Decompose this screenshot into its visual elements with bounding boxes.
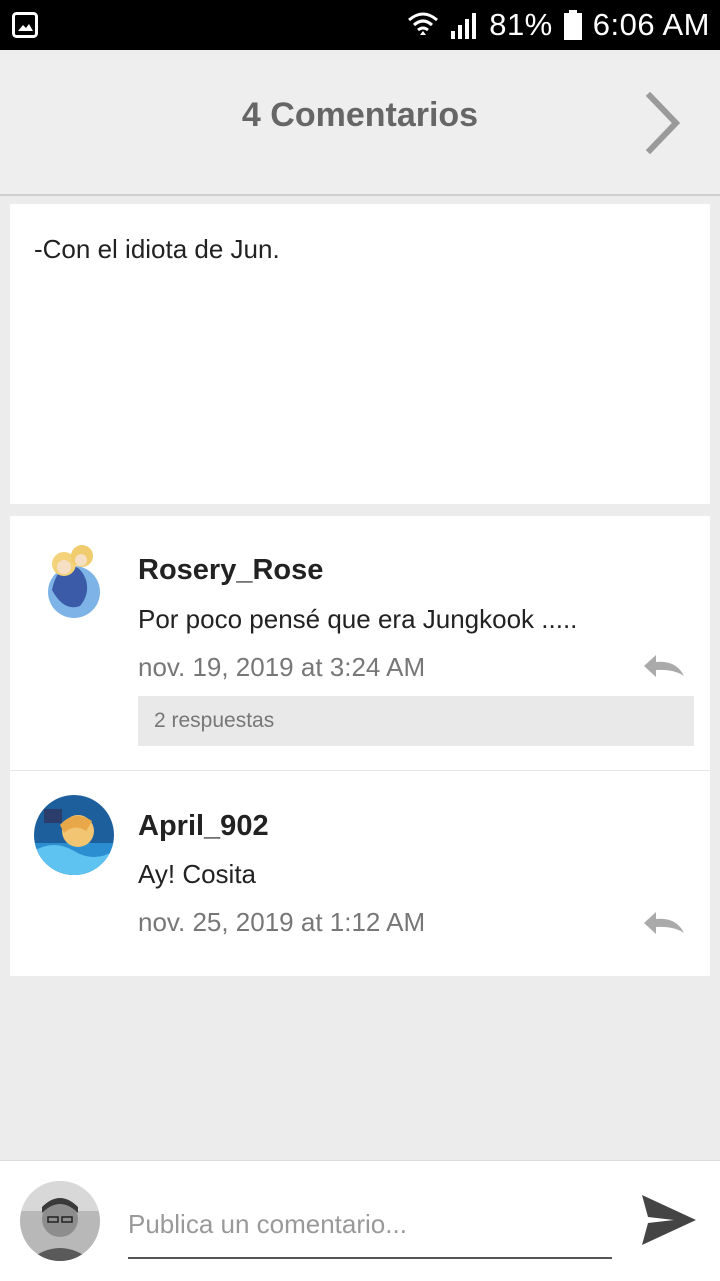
comment-text: Ay! Cosita xyxy=(138,859,257,889)
avatar[interactable] xyxy=(34,795,114,875)
comment-timestamp: nov. 19, 2019 at 3:24 AM xyxy=(138,652,426,682)
reply-icon[interactable] xyxy=(642,652,686,682)
status-bar: 81% 6:06 AM xyxy=(0,0,720,50)
comment-composer xyxy=(0,1160,720,1281)
post-card: -Con el idiota de Jun. xyxy=(10,204,710,504)
reply-icon[interactable] xyxy=(642,909,686,939)
comment-text: Por poco pensé que era Jungkook ..... xyxy=(138,604,578,634)
signal-icon xyxy=(451,13,477,39)
user-avatar[interactable] xyxy=(20,1181,100,1261)
comment-username[interactable]: Rosery_Rose xyxy=(138,554,323,587)
chevron-right-icon[interactable] xyxy=(644,92,684,154)
avatar[interactable] xyxy=(34,540,114,620)
comments-list: Rosery_Rose Por poco pensé que era Jungk… xyxy=(10,516,710,976)
gallery-notification-icon xyxy=(12,12,38,38)
post-text: -Con el idiota de Jun. xyxy=(34,234,280,264)
comment-timestamp: nov. 25, 2019 at 1:12 AM xyxy=(138,907,426,937)
page-title: 4 Comentarios xyxy=(241,96,479,134)
wifi-icon xyxy=(408,12,439,35)
send-icon[interactable] xyxy=(640,1193,698,1247)
comment-item: Rosery_Rose Por poco pensé que era Jungk… xyxy=(10,516,710,771)
comment-input[interactable] xyxy=(128,1191,612,1259)
comments-header: 4 Comentarios xyxy=(0,50,720,196)
battery-percent: 81% xyxy=(489,7,553,42)
comment-username[interactable]: April_902 xyxy=(138,810,269,843)
replies-button[interactable]: 2 respuestas xyxy=(138,696,694,746)
battery-icon xyxy=(563,10,582,40)
comment-item: April_902 Ay! Cosita nov. 25, 2019 at 1:… xyxy=(10,771,710,976)
clock: 6:06 AM xyxy=(592,7,710,42)
